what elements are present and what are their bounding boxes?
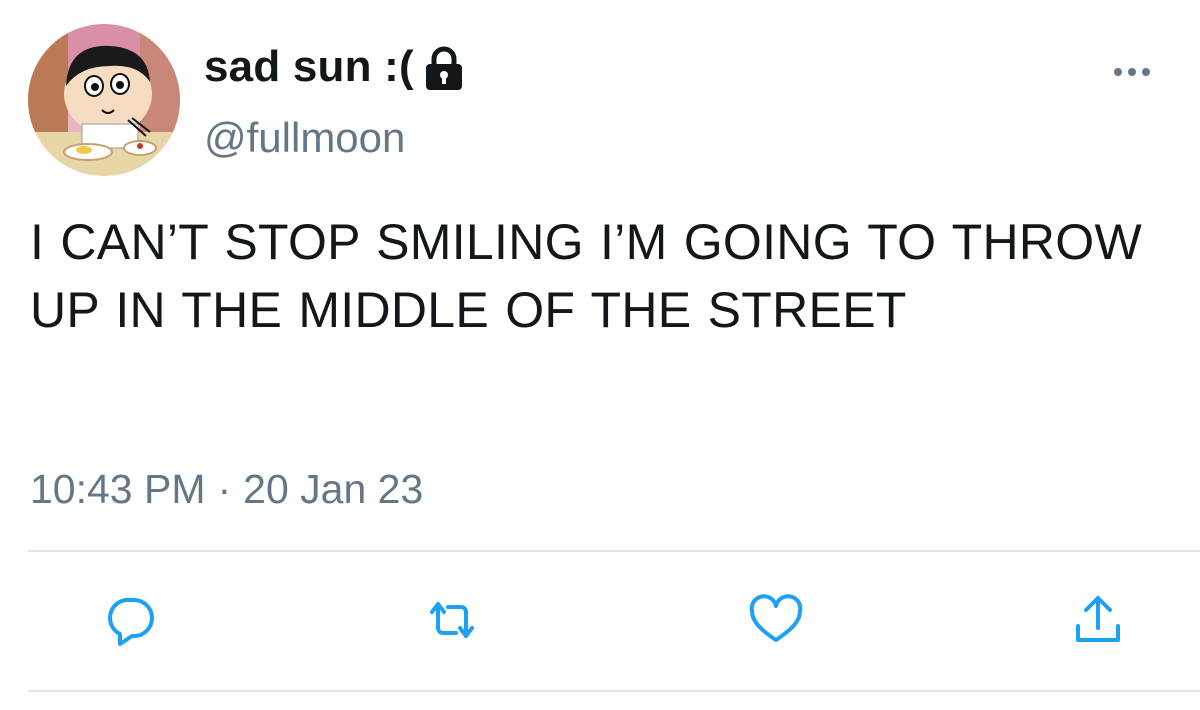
divider [28,550,1200,552]
tweet-card: sad sun :( @fullmoon I CAN’T STOP SMILIN… [0,0,1200,710]
share-button[interactable] [1070,592,1126,648]
heart-icon [749,594,803,642]
like-button[interactable] [748,592,804,648]
reply-icon [108,598,154,646]
author-handle[interactable]: @fullmoon [204,114,405,162]
timestamp-row: 10:43 PM · 20 Jan 23 [30,466,423,513]
tweet-text: I CAN’T STOP SMILING I’M GOING TO THROW … [30,214,1142,338]
reply-button[interactable] [102,592,158,648]
avatar[interactable] [28,24,180,176]
tweet-time[interactable]: 10:43 PM [30,466,206,512]
more-horizontal-icon[interactable] [1112,64,1152,80]
timestamp-separator: · [217,466,232,512]
author-name-row[interactable]: sad sun :( [204,40,464,94]
divider [28,690,1200,692]
lock-icon [424,46,464,92]
retweet-icon [430,602,474,638]
retweet-button[interactable] [424,592,480,648]
display-name: sad sun :( [204,42,414,91]
share-icon [1076,596,1120,642]
tweet-date[interactable]: 20 Jan 23 [243,466,423,512]
avatar-image [28,24,180,176]
